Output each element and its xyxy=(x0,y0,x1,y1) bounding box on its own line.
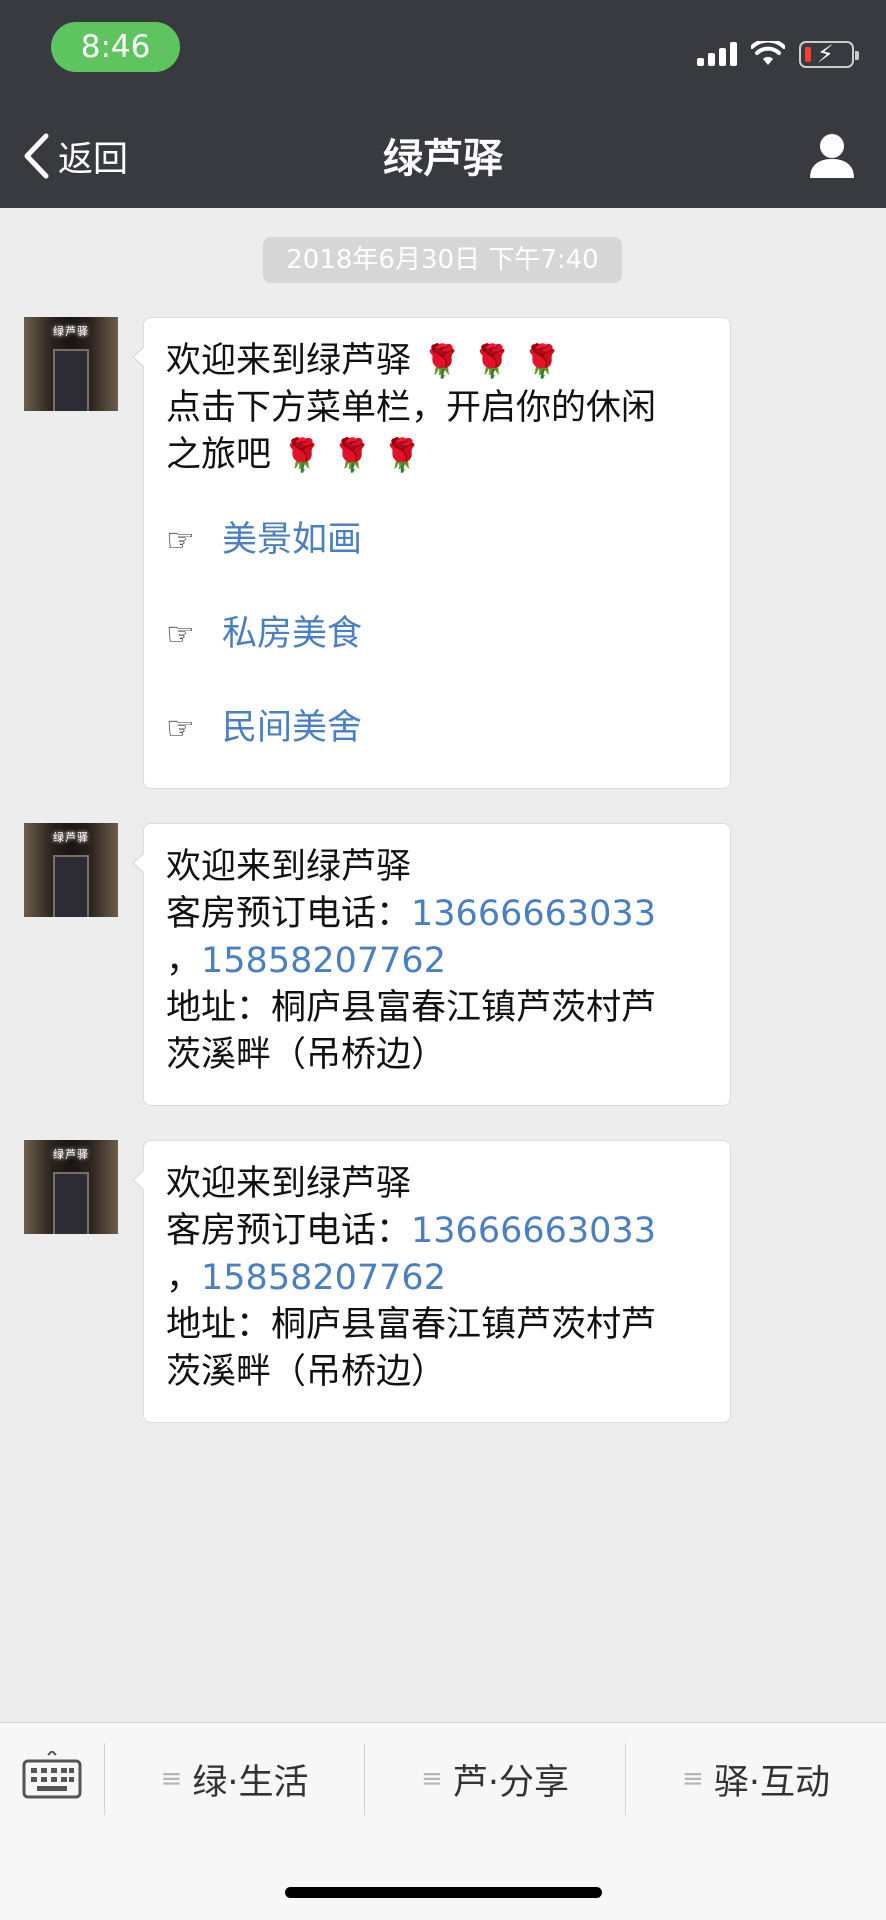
keyboard-icon[interactable] xyxy=(22,1751,82,1801)
phone-link[interactable]: 15858207762 xyxy=(201,1258,446,1298)
menu-lines-icon: ≡ xyxy=(160,1764,183,1794)
avatar-sign: 绿芦驿 xyxy=(53,325,89,338)
phone-link[interactable]: 13666663033 xyxy=(411,1211,656,1251)
status-icons: ⚡ xyxy=(697,38,859,70)
phone-link[interactable]: 13666663033 xyxy=(411,894,656,934)
menu-link-row: ☞ 民间美舍 xyxy=(166,681,708,775)
avatar[interactable]: 绿芦驿 xyxy=(24,823,118,917)
phone-link[interactable]: 15858207762 xyxy=(201,941,446,981)
avatar[interactable]: 绿芦驿 xyxy=(24,1140,118,1234)
rose-emoji: 🌹 🌹 🌹 xyxy=(422,342,563,380)
battery-icon: ⚡ xyxy=(799,40,859,68)
message-timestamp: 2018年6月30日 下午7:40 xyxy=(263,237,622,283)
message-bubble[interactable]: 欢迎来到绿芦驿 🌹 🌹 🌹 点击下方菜单栏，开启你的休闲 之旅吧 🌹 🌹 🌹 ☞… xyxy=(132,317,731,789)
pointing-hand-icon: ☞ xyxy=(166,520,195,559)
link-scenery[interactable]: 美景如画 xyxy=(222,517,362,564)
avatar-sign: 绿芦驿 xyxy=(53,1148,89,1161)
pointing-hand-icon: ☞ xyxy=(166,708,195,747)
menu-lines-icon: ≡ xyxy=(421,1764,443,1794)
home-indicator[interactable] xyxy=(285,1887,602,1898)
message-line: 欢迎来到绿芦驿 xyxy=(166,1164,412,1204)
rose-emoji: 🌹 🌹 🌹 xyxy=(282,436,423,474)
top-bar: 8:46 ⚡ 返回 绿芦驿 xyxy=(0,0,886,208)
message-line: 客房预订电话：13666663033 xyxy=(166,894,656,934)
message-line: 地址：桐庐县富春江镇芦茨村芦 xyxy=(166,988,657,1028)
message-line: ，15858207762 xyxy=(166,941,446,981)
message-line: ，15858207762 xyxy=(166,1258,446,1298)
message-line: 茨溪畔（吊桥边） xyxy=(166,1035,447,1075)
pointing-hand-icon: ☞ xyxy=(166,614,195,653)
message-bubble[interactable]: 欢迎来到绿芦驿 客房预订电话：13666663033 ，15858207762 … xyxy=(132,1140,731,1423)
menu-lines-icon: ≡ xyxy=(682,1764,704,1794)
link-lodging[interactable]: 民间美舍 xyxy=(222,705,362,752)
link-food[interactable]: 私房美食 xyxy=(222,611,362,658)
status-time: 8:46 xyxy=(51,22,180,72)
avatar-sign: 绿芦驿 xyxy=(53,831,89,844)
cellular-signal-icon xyxy=(697,42,737,66)
message-line: 点击下方菜单栏，开启你的休闲 xyxy=(166,388,657,428)
message-bubble[interactable]: 欢迎来到绿芦驿 客房预订电话：13666663033 ，15858207762 … xyxy=(132,823,731,1106)
menu-item-life[interactable]: ≡ 绿·生活 xyxy=(105,1743,364,1815)
message-line: 茨溪畔（吊桥边） xyxy=(166,1352,447,1392)
message-line: 之旅吧 🌹 🌹 🌹 xyxy=(166,435,423,475)
menu-item-interact[interactable]: ≡ 驿·互动 xyxy=(626,1743,886,1815)
message-line: 欢迎来到绿芦驿 xyxy=(166,847,412,887)
message-line: 地址：桐庐县富春江镇芦茨村芦 xyxy=(166,1305,657,1345)
page-title: 绿芦驿 xyxy=(383,136,503,182)
menu-link-row: ☞ 私房美食 xyxy=(166,587,708,681)
profile-icon[interactable] xyxy=(808,130,856,180)
menu-item-share[interactable]: ≡ 芦·分享 xyxy=(365,1743,625,1815)
avatar[interactable]: 绿芦驿 xyxy=(24,317,118,411)
menu-link-row: ☞ 美景如画 xyxy=(166,493,708,587)
wifi-icon xyxy=(751,41,785,65)
message-line: 欢迎来到绿芦驿 🌹 🌹 🌹 xyxy=(166,341,563,381)
message-line: 客房预订电话：13666663033 xyxy=(166,1211,656,1251)
